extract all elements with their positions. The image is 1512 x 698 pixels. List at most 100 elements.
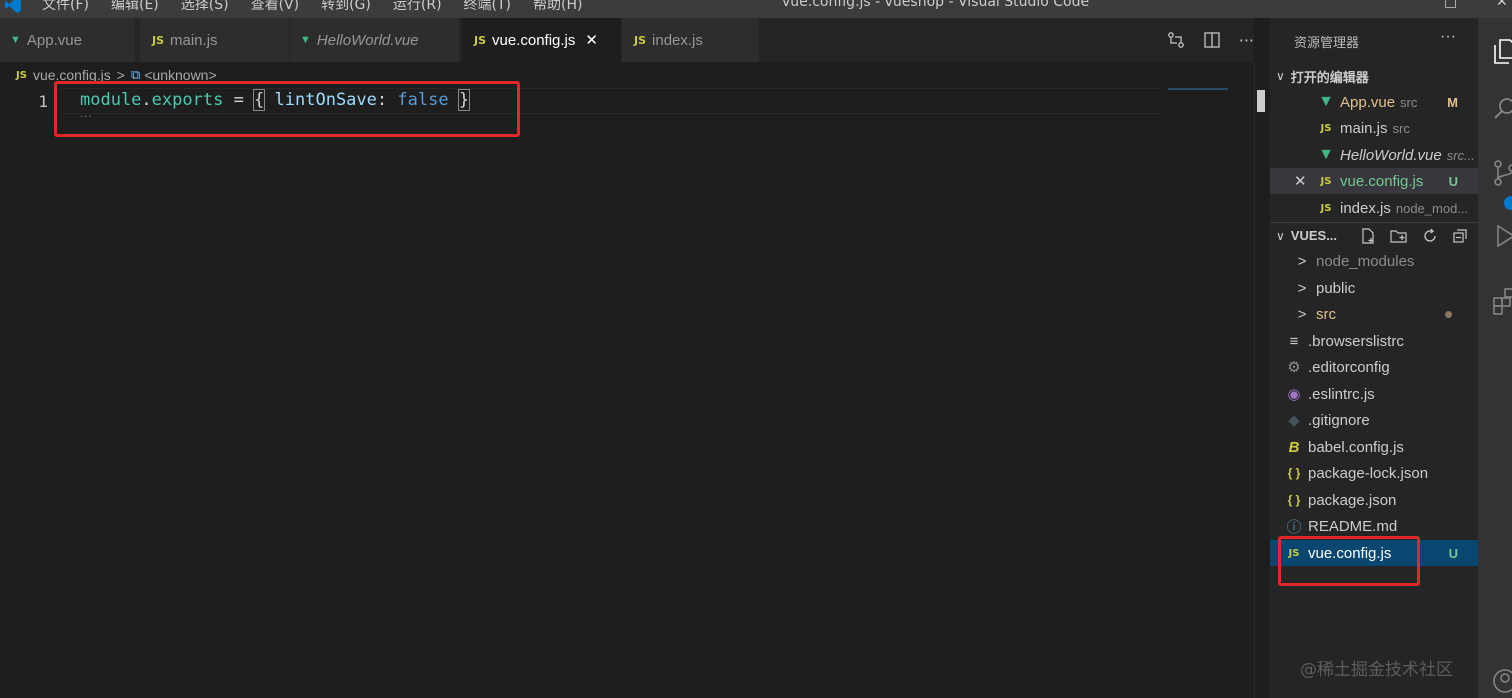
open-editor-vue-config-js[interactable]: ✕ JS vue.config.js U: [1270, 168, 1478, 194]
refresh-icon[interactable]: [1422, 228, 1438, 244]
file-desc: src: [1392, 120, 1410, 136]
vue-icon: ▼: [300, 34, 311, 46]
extensions-icon[interactable]: [1490, 286, 1512, 316]
open-editor-index-js[interactable]: JS index.js node_mod...: [1270, 195, 1478, 221]
tree-file-eslintrc[interactable]: ◉ .eslintrc.js: [1270, 381, 1478, 407]
tree-file-gitignore[interactable]: ◆ .gitignore: [1270, 407, 1478, 433]
activity-bar: [1478, 18, 1512, 698]
split-editor-icon[interactable]: [1203, 31, 1221, 49]
open-editor-helloworld-vue[interactable]: ▼ HelloWorld.vue src...: [1270, 142, 1478, 168]
window-title: vue.config.js - vueshop - Visual Studio …: [782, 0, 1090, 10]
js-icon: JS: [152, 33, 165, 47]
file-desc: node_mod...: [1395, 200, 1469, 216]
section-label: VUES...: [1290, 228, 1338, 243]
modified-dot: [1445, 310, 1452, 318]
explorer-icon[interactable]: [1490, 36, 1512, 66]
vue-icon: ▼: [10, 34, 21, 46]
tree-file-editorconfig[interactable]: ⚙ .editorconfig: [1270, 354, 1478, 380]
file-desc: src...: [1446, 147, 1475, 163]
git-status-badge: U: [1448, 173, 1458, 189]
json-icon: { }: [1287, 466, 1301, 480]
menu-view[interactable]: 查看(V): [251, 0, 300, 14]
chevron-down-icon: ∨: [1276, 228, 1285, 243]
source-control-icon[interactable]: [1490, 158, 1512, 188]
account-icon[interactable]: [1490, 666, 1512, 696]
open-changes-icon[interactable]: [1167, 31, 1185, 49]
new-folder-icon[interactable]: [1390, 228, 1408, 244]
editor-tab-bar: ▼ App.vue JS main.js ▼ HelloWorld.vue JS…: [0, 18, 1254, 62]
folder-name: public: [1316, 279, 1356, 297]
js-icon: JS: [1320, 202, 1332, 214]
tab-helloworld-vue[interactable]: ▼ HelloWorld.vue: [290, 18, 460, 62]
menu-run[interactable]: 运行(R): [393, 0, 442, 14]
file-name: .eslintrc.js: [1308, 385, 1375, 403]
js-icon: JS: [474, 33, 487, 47]
editor-vertical-scrollbar[interactable]: [1254, 62, 1270, 698]
title-bar: 文件(F) 编辑(E) 选择(S) 查看(V) 转到(G) 运行(R) 终端(T…: [0, 0, 1512, 18]
chevron-right-icon: >: [1297, 305, 1307, 323]
file-name: babel.config.js: [1308, 438, 1404, 456]
menu-terminal[interactable]: 终端(T): [464, 0, 511, 14]
tree-folder-src[interactable]: > src: [1270, 301, 1478, 327]
project-section[interactable]: ∨ VUES...: [1270, 222, 1478, 248]
file-name: App.vue: [1340, 93, 1396, 111]
tab-close-button[interactable]: ✕: [585, 31, 598, 49]
chevron-right-icon: >: [1297, 252, 1307, 270]
folder-name: src: [1316, 305, 1336, 323]
file-name: main.js: [1340, 119, 1388, 137]
menu-help[interactable]: 帮助(H): [533, 0, 582, 14]
collapse-all-icon[interactable]: [1452, 228, 1468, 244]
menu-selection[interactable]: 选择(S): [181, 0, 229, 14]
gear-icon: ⚙: [1287, 359, 1301, 376]
file-name: .browserslistrc: [1308, 332, 1404, 350]
tree-file-package-lock[interactable]: { } package-lock.json: [1270, 460, 1478, 486]
run-debug-icon[interactable]: [1490, 222, 1512, 252]
js-icon: JS: [1320, 122, 1332, 134]
open-editors-section[interactable]: ∨ 打开的编辑器: [1270, 63, 1478, 89]
explorer-actions: [1360, 227, 1468, 244]
file-name: HelloWorld.vue: [1340, 146, 1442, 164]
menu-edit[interactable]: 编辑(E): [111, 0, 159, 14]
tree-file-babel-config[interactable]: B babel.config.js: [1270, 434, 1478, 460]
eslint-icon: ◉: [1287, 386, 1301, 403]
tree-file-package-json[interactable]: { } package.json: [1270, 487, 1478, 513]
tree-file-browserslistrc[interactable]: ≡ .browserslistrc: [1270, 328, 1478, 354]
open-editor-app-vue[interactable]: ▼ App.vue src M: [1270, 89, 1478, 115]
tab-label: index.js: [652, 31, 703, 49]
explorer-sidebar: 资源管理器 ··· ∨ 打开的编辑器 ▼ App.vue src M JS ma…: [1270, 18, 1478, 698]
file-name: .editorconfig: [1308, 358, 1390, 376]
tab-main-js[interactable]: JS main.js: [140, 18, 290, 62]
more-actions-icon[interactable]: ···: [1239, 31, 1254, 50]
search-icon[interactable]: [1490, 94, 1512, 124]
code-editor[interactable]: 1 module.exports = { lintOnSave: false }…: [0, 88, 1254, 698]
tab-label: App.vue: [26, 31, 82, 49]
close-window-button[interactable]: ✕: [1496, 0, 1508, 10]
menu-bar: 文件(F) 编辑(E) 选择(S) 查看(V) 转到(G) 运行(R) 终端(T…: [42, 0, 604, 14]
open-editor-main-js[interactable]: JS main.js src: [1270, 115, 1478, 141]
tree-folder-public[interactable]: > public: [1270, 275, 1478, 301]
file-name: .gitignore: [1308, 411, 1370, 429]
lines-icon: ≡: [1289, 332, 1299, 350]
chevron-down-icon: ∨: [1276, 69, 1285, 83]
tab-vue-config-js[interactable]: JS vue.config.js ✕: [462, 18, 622, 62]
menu-go[interactable]: 转到(G): [321, 0, 371, 14]
tab-app-vue[interactable]: ▼ App.vue: [0, 18, 136, 62]
file-name: README.md: [1308, 517, 1398, 535]
tab-label: vue.config.js: [492, 31, 576, 49]
tab-index-js[interactable]: JS index.js: [622, 18, 760, 62]
restore-window-button[interactable]: □: [1444, 0, 1457, 10]
file-name: package.json: [1308, 491, 1397, 509]
close-icon[interactable]: ✕: [1294, 172, 1316, 190]
chevron-right-icon: >: [1297, 279, 1307, 297]
watermark: @稀土掘金技术社区: [1300, 660, 1453, 680]
file-name: index.js: [1340, 199, 1391, 217]
vue-icon: ▼: [1318, 146, 1334, 163]
explorer-more-icon[interactable]: ···: [1440, 28, 1456, 46]
js-icon: JS: [1320, 175, 1332, 187]
new-file-icon[interactable]: [1360, 227, 1376, 244]
menu-file[interactable]: 文件(F): [42, 0, 89, 14]
vue-icon: ▼: [1318, 93, 1334, 110]
file-desc: src: [1400, 94, 1418, 110]
tree-folder-node-modules[interactable]: > node_modules: [1270, 248, 1478, 274]
line-number: 1: [38, 92, 48, 111]
